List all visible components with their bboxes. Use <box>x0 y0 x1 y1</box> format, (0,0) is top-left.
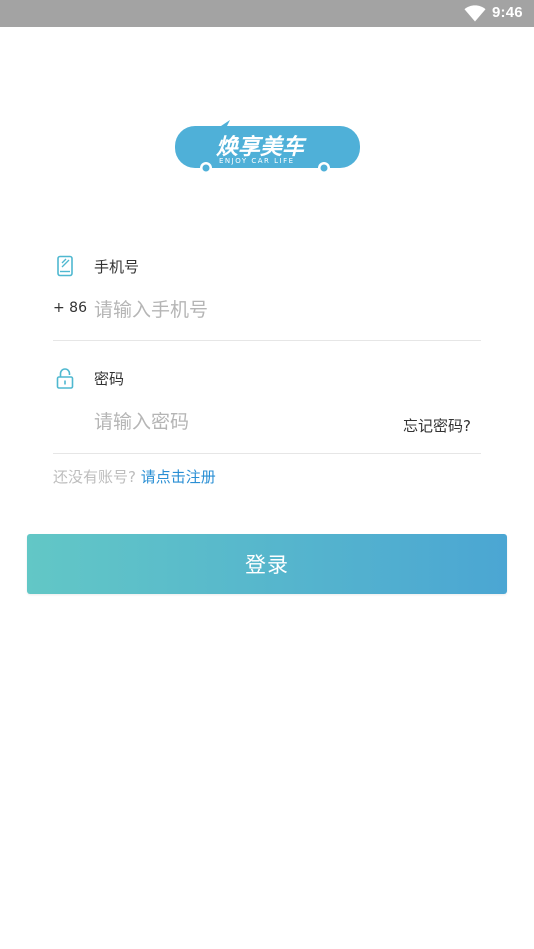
app-logo: 焕享美车 ENJOY CAR LIFE <box>175 120 360 174</box>
register-link[interactable]: 请点击注册 <box>141 468 216 486</box>
status-time: 9:46 <box>492 4 523 21</box>
forgot-password-link[interactable]: 忘记密码? <box>403 415 471 436</box>
logo-subtext: ENJOY CAR LIFE <box>219 157 295 165</box>
phone-icon <box>57 255 73 277</box>
lock-icon <box>56 368 74 389</box>
password-label: 密码 <box>94 370 125 388</box>
phone-input[interactable] <box>94 296 474 324</box>
country-code-selector[interactable]: + 86 <box>53 300 87 316</box>
register-prompt: 还没有账号? <box>53 468 136 486</box>
status-bar: 9:46 <box>0 0 534 27</box>
login-button[interactable]: 登录 <box>27 534 507 594</box>
phone-label: 手机号 <box>94 258 140 276</box>
phone-divider <box>53 340 481 341</box>
register-row: 还没有账号? 请点击注册 <box>53 466 216 487</box>
wifi-icon <box>464 5 486 22</box>
password-divider <box>53 453 481 454</box>
password-input[interactable] <box>94 408 394 436</box>
